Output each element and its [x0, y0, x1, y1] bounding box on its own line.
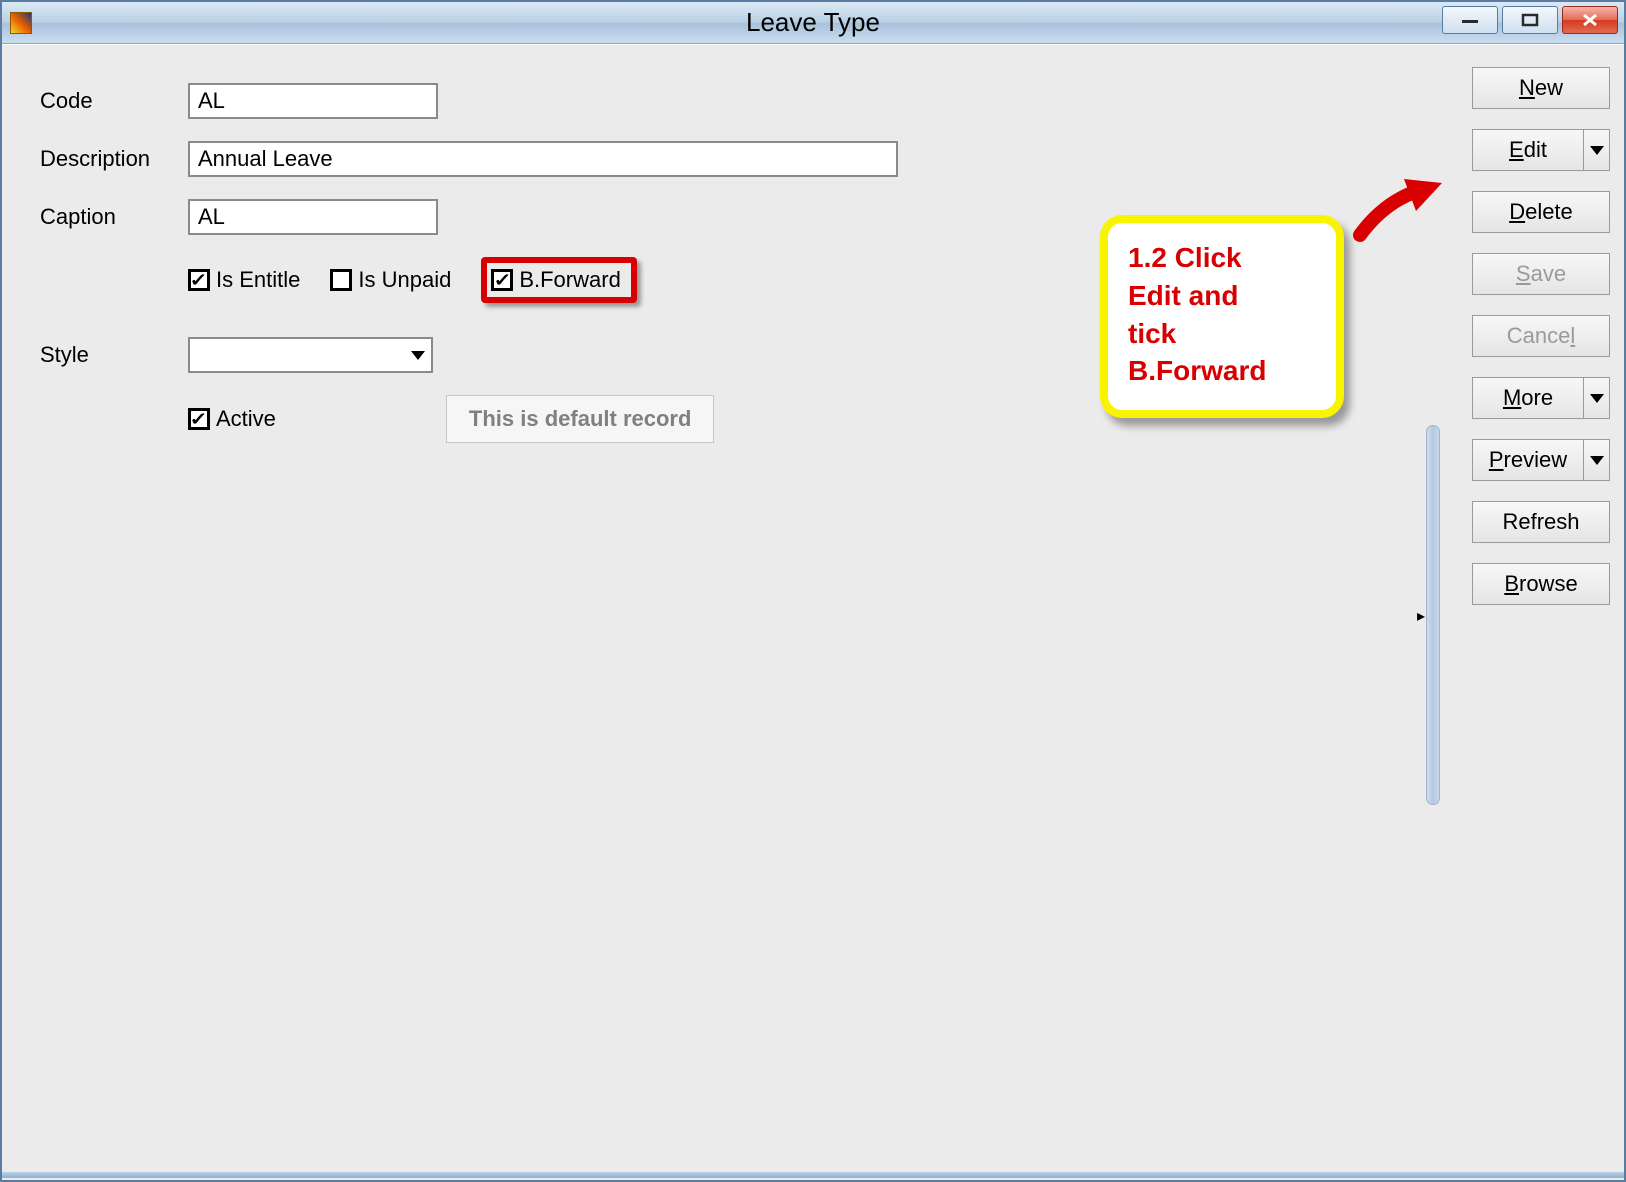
edit-button-group: Edit [1472, 129, 1610, 171]
code-label: Code [40, 88, 188, 114]
maximize-button[interactable] [1502, 6, 1558, 34]
window-bottom-border [2, 1172, 1624, 1178]
form: Code Description Caption Is Entitle Is U… [40, 83, 940, 443]
is-entitle-checkbox[interactable]: Is Entitle [188, 267, 300, 293]
b-forward-highlight: B.Forward [481, 257, 636, 303]
b-forward-label: B.Forward [519, 267, 620, 293]
window: Leave Type Code Description [0, 0, 1626, 1182]
browse-button[interactable]: Browse [1472, 563, 1610, 605]
default-record-badge: This is default record [446, 395, 715, 443]
refresh-button[interactable]: Refresh [1472, 501, 1610, 543]
is-unpaid-checkbox[interactable]: Is Unpaid [330, 267, 451, 293]
annotation-arrow-icon [1352, 175, 1442, 245]
minimize-button[interactable] [1442, 6, 1498, 34]
chevron-down-icon [1590, 456, 1604, 465]
style-select[interactable] [188, 337, 433, 373]
is-entitle-label: Is Entitle [216, 267, 300, 293]
delete-button[interactable]: Delete [1472, 191, 1610, 233]
b-forward-checkbox[interactable]: B.Forward [491, 267, 620, 293]
description-label: Description [40, 146, 188, 172]
close-button[interactable] [1562, 6, 1618, 34]
save-button[interactable]: Save [1472, 253, 1610, 295]
checkbox-icon [330, 269, 352, 291]
edit-button[interactable]: Edit [1472, 129, 1584, 171]
chevron-down-icon [1590, 394, 1604, 403]
chevron-down-icon [411, 351, 425, 360]
titlebar: Leave Type [2, 2, 1624, 44]
preview-dropdown[interactable] [1584, 439, 1610, 481]
preview-button-group: Preview [1472, 439, 1610, 481]
annotation-text: 1.2 Click Edit and tick B.Forward [1128, 239, 1316, 390]
edit-dropdown[interactable] [1584, 129, 1610, 171]
code-input[interactable] [188, 83, 438, 119]
cancel-button[interactable]: Cancel [1472, 315, 1610, 357]
caption-input[interactable] [188, 199, 438, 235]
checkbox-icon [188, 269, 210, 291]
app-icon [10, 12, 32, 34]
checkbox-icon [491, 269, 513, 291]
maximize-icon [1521, 13, 1539, 27]
side-panel: New Edit Delete Save Cancel More Preview… [1472, 67, 1610, 605]
checkbox-icon [188, 408, 210, 430]
window-controls [1442, 6, 1618, 34]
more-button-group: More [1472, 377, 1610, 419]
style-label: Style [40, 342, 188, 368]
client-area: Code Description Caption Is Entitle Is U… [2, 44, 1624, 1178]
window-title: Leave Type [2, 7, 1624, 38]
active-label: Active [216, 406, 276, 432]
minimize-icon [1460, 14, 1480, 26]
is-unpaid-label: Is Unpaid [358, 267, 451, 293]
active-checkbox[interactable]: Active [188, 406, 276, 432]
new-button[interactable]: New [1472, 67, 1610, 109]
close-icon [1581, 13, 1599, 27]
description-input[interactable] [188, 141, 898, 177]
more-dropdown[interactable] [1584, 377, 1610, 419]
caption-label: Caption [40, 204, 188, 230]
preview-button[interactable]: Preview [1472, 439, 1584, 481]
chevron-down-icon [1590, 146, 1604, 155]
splitter-handle-icon[interactable]: ▸ [1416, 605, 1426, 627]
more-button[interactable]: More [1472, 377, 1584, 419]
splitter-bar[interactable] [1426, 425, 1440, 805]
annotation-callout: 1.2 Click Edit and tick B.Forward [1100, 215, 1344, 418]
